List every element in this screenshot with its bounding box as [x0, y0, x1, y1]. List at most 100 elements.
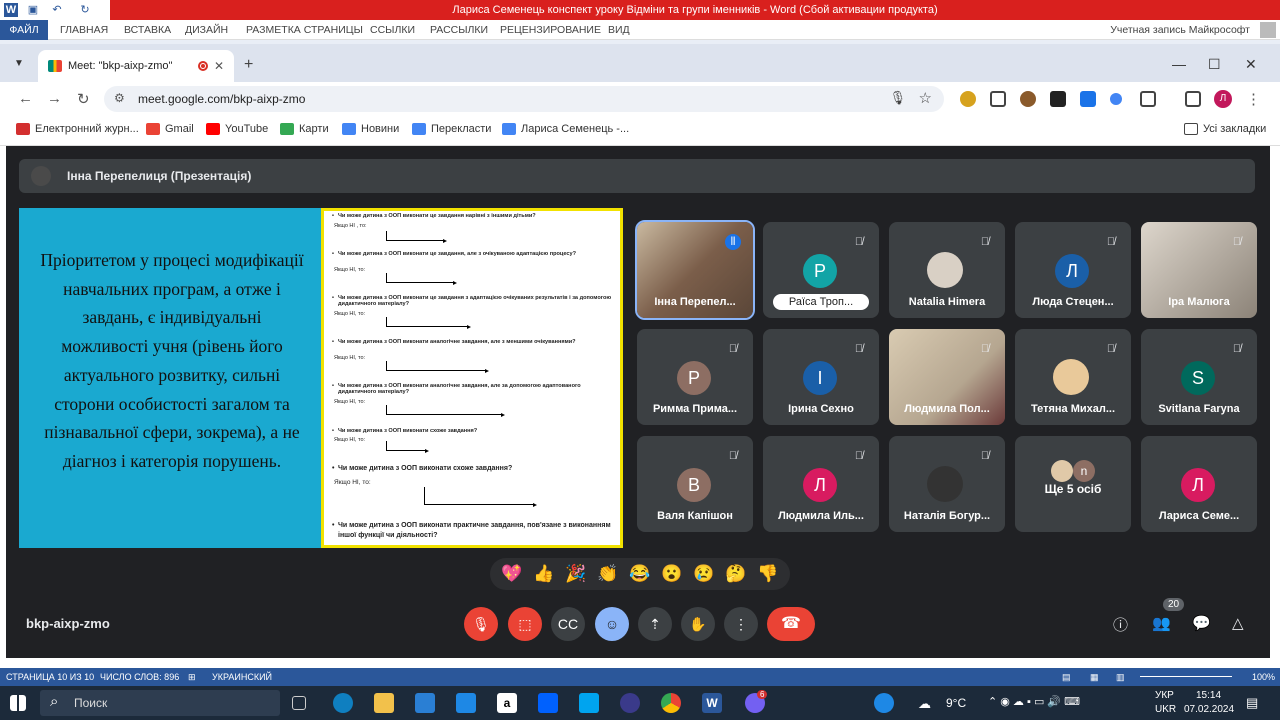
extension-5-icon[interactable]: [1080, 91, 1096, 107]
undo-icon[interactable]: ↶: [50, 3, 64, 17]
participant-tile[interactable]: 🎙̸ Наталія Богур...: [889, 436, 1005, 532]
new-tab-button[interactable]: +: [244, 56, 253, 74]
clock-date[interactable]: 07.02.2024: [1184, 704, 1234, 715]
mic-icon[interactable]: 🎙: [889, 90, 906, 106]
forward-button[interactable]: →: [47, 90, 62, 107]
back-button[interactable]: ←: [18, 90, 33, 107]
more-participants-tile[interactable]: n Ще 5 осіб: [1015, 436, 1131, 532]
mic-toggle-button[interactable]: 🎙: [464, 607, 498, 641]
raise-hand-button[interactable]: ✋: [681, 607, 715, 641]
chrome-menu-icon[interactable]: ⋮: [1246, 90, 1261, 108]
tray-icons[interactable]: ⌃ ◉ ☁ ▪ ▭ 🔊 ⌨: [988, 695, 1080, 708]
participant-tile[interactable]: 🎙̸ Іра Малюга: [1141, 222, 1257, 318]
store-icon[interactable]: [415, 693, 435, 713]
bookmark-news[interactable]: Новини: [342, 123, 399, 135]
bookmark-journal[interactable]: Електронний журн...: [16, 123, 139, 135]
bookmark-maps[interactable]: Карти: [280, 123, 329, 135]
app-icon[interactable]: [620, 693, 640, 713]
windows-start-icon[interactable]: [10, 695, 26, 711]
participant-tile[interactable]: 🎙̸ S Svitlana Faryna: [1141, 329, 1257, 425]
reaction-party[interactable]: 🎉: [565, 564, 586, 584]
weather-icon[interactable]: ☁: [918, 696, 931, 712]
participant-tile[interactable]: 🎙̸ Р Раїса Троп...: [763, 222, 879, 318]
clock-time[interactable]: 15:14: [1196, 690, 1221, 701]
participant-tile[interactable]: ⦀ Інна Перепел...: [635, 220, 755, 320]
tab-home[interactable]: ГЛАВНАЯ: [60, 20, 108, 40]
mydp-icon[interactable]: [579, 693, 599, 713]
tab-file[interactable]: ФАЙЛ: [0, 20, 48, 40]
extension-4-icon[interactable]: [1050, 91, 1066, 107]
bookmark-docs[interactable]: Лариса Семенець -...: [502, 123, 629, 135]
tab-review[interactable]: РЕЦЕНЗИРОВАНИЕ: [500, 20, 601, 40]
camera-toggle-button[interactable]: ⬚: [508, 607, 542, 641]
reaction-heart[interactable]: 💖: [501, 564, 522, 584]
taskbar-search[interactable]: ⌕ Поиск: [40, 690, 280, 716]
side-panel-icon[interactable]: [1185, 91, 1201, 107]
close-tab-icon[interactable]: ✕: [214, 59, 224, 73]
tab-layout[interactable]: РАЗМЕТКА СТРАНИЦЫ: [246, 20, 363, 40]
maximize-button[interactable]: ☐: [1208, 56, 1221, 73]
bookmark-translate[interactable]: Перекласти: [412, 123, 491, 135]
participant-tile[interactable]: 🎙̸ Р Римма Прима...: [637, 329, 753, 425]
participant-tile[interactable]: 🎙̸ В Валя Капішон: [637, 436, 753, 532]
proofing-icon[interactable]: ⊞: [188, 668, 196, 686]
meeting-info-icon[interactable]: ⓘ: [1113, 614, 1128, 635]
people-icon[interactable]: 👥: [1152, 614, 1171, 632]
temperature[interactable]: 9°C: [946, 696, 966, 710]
account-avatar[interactable]: [1260, 22, 1276, 38]
file-explorer-icon[interactable]: [374, 693, 394, 713]
reaction-surprised[interactable]: 😮: [661, 564, 682, 584]
close-window-button[interactable]: ✕: [1245, 56, 1257, 73]
extension-3-icon[interactable]: [1020, 91, 1036, 107]
bookmark-star-icon[interactable]: ☆: [919, 89, 932, 107]
profile-avatar[interactable]: Л: [1214, 90, 1232, 108]
activities-icon[interactable]: △: [1232, 614, 1244, 632]
reaction-clap[interactable]: 👏: [597, 564, 618, 584]
amazon-icon[interactable]: a: [497, 693, 517, 713]
extension-6-icon[interactable]: [1110, 93, 1122, 105]
minimize-button[interactable]: —: [1172, 56, 1186, 72]
participant-tile[interactable]: 🎙̸ Natalia Himera: [889, 222, 1005, 318]
all-bookmarks[interactable]: Усі закладки: [1184, 123, 1266, 135]
participant-tile[interactable]: Л Лариса Семе...: [1141, 436, 1257, 532]
zoom-slider[interactable]: [1140, 676, 1232, 677]
browser-tab-meet[interactable]: Meet: "bkp-aixp-zmo" ✕: [38, 50, 234, 82]
input-language-1[interactable]: УКР: [1155, 690, 1174, 701]
extensions-puzzle-icon[interactable]: [1140, 91, 1156, 107]
web-layout-icon[interactable]: ▥: [1116, 668, 1125, 686]
page-count[interactable]: СТРАНИЦА 10 ИЗ 10: [6, 668, 94, 686]
captions-button[interactable]: CC: [551, 607, 585, 641]
word-taskbar-icon[interactable]: W: [702, 693, 722, 713]
participant-tile[interactable]: 🎙̸ Л Людмила Иль...: [763, 436, 879, 532]
redo-icon[interactable]: ↻: [78, 3, 92, 17]
help-icon[interactable]: [874, 693, 894, 713]
reaction-thumbs-down[interactable]: 👎: [757, 564, 778, 584]
screenshot-extension-icon[interactable]: [990, 91, 1006, 107]
emoji-reactions-button[interactable]: ☺: [595, 607, 629, 641]
participant-tile[interactable]: 🎙̸ Л Люда Стецен...: [1015, 222, 1131, 318]
task-view-icon[interactable]: [292, 696, 306, 710]
print-layout-icon[interactable]: ▦: [1090, 668, 1099, 686]
edge-icon[interactable]: [333, 693, 353, 713]
dropbox-icon[interactable]: [538, 693, 558, 713]
bookmark-gmail[interactable]: Gmail: [146, 123, 194, 135]
participant-tile[interactable]: 🎙̸ Тетяна Михал...: [1015, 329, 1131, 425]
bookmark-youtube[interactable]: YouTube: [206, 123, 268, 135]
tab-mailings[interactable]: РАССЫЛКИ: [430, 20, 488, 40]
participant-tile[interactable]: 🎙̸ І Ірина Сехно: [763, 329, 879, 425]
chat-icon[interactable]: 💬: [1192, 614, 1211, 632]
language[interactable]: УКРАИНСКИЙ: [212, 668, 272, 686]
chrome-taskbar-icon[interactable]: [661, 693, 681, 713]
address-bar[interactable]: ⚙ meet.google.com/bkp-aixp-zmo 🎙 ☆: [104, 86, 944, 112]
extension-1-icon[interactable]: [960, 91, 976, 107]
account-label[interactable]: Учетная запись Майкрософт: [1110, 20, 1250, 40]
tab-insert[interactable]: ВСТАВКА: [124, 20, 171, 40]
word-count[interactable]: ЧИСЛО СЛОВ: 896: [100, 668, 179, 686]
tab-design[interactable]: ДИЗАЙН: [185, 20, 228, 40]
notifications-icon[interactable]: ▤: [1246, 695, 1258, 711]
participant-tile[interactable]: 🎙̸ Людмила Пол...: [889, 329, 1005, 425]
reload-button[interactable]: ↻: [77, 90, 90, 108]
tab-view[interactable]: ВИД: [608, 20, 630, 40]
leave-call-button[interactable]: ☎: [767, 607, 815, 641]
site-info-icon[interactable]: ⚙: [114, 91, 125, 105]
